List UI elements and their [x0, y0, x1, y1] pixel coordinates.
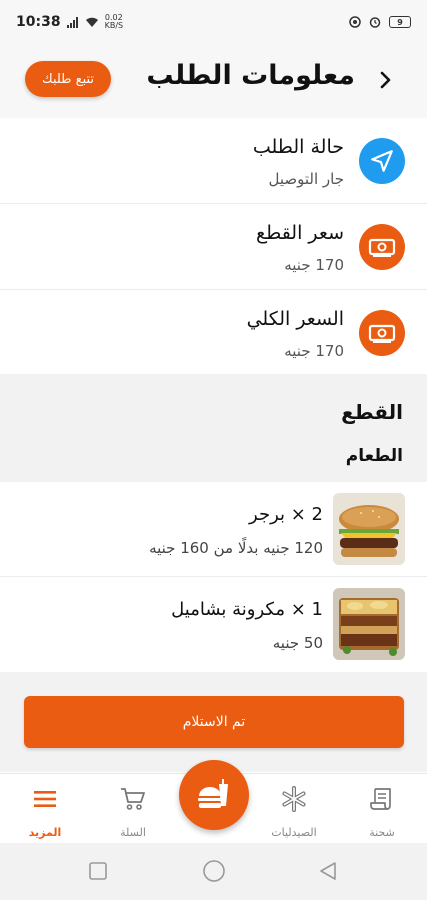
items-price-label: سعر القطع: [256, 222, 344, 244]
alarm-icon: [369, 17, 381, 28]
wifi-icon: [85, 17, 98, 27]
nav-item-cart[interactable]: السلة: [98, 774, 168, 844]
total-price-row: السعر الكلي 170 جنيه: [0, 290, 427, 376]
battery-icon: 9: [389, 16, 411, 28]
back-icon[interactable]: [318, 861, 338, 881]
status-right: 9: [349, 16, 411, 28]
nav-label-cart: السلة: [120, 826, 146, 839]
order-status-label: حالة الطلب: [252, 136, 344, 158]
signal-icon: [66, 16, 78, 28]
nav-label-shipment: شحنة: [369, 826, 395, 839]
nav-item-shipment[interactable]: شحنة: [347, 774, 417, 844]
location-status-icon: [349, 16, 361, 28]
cash-icon: [359, 224, 405, 270]
cash-icon: [359, 310, 405, 356]
order-status-row: حالة الطلب جار التوصيل: [0, 118, 427, 204]
burger-image: [333, 493, 405, 565]
status-left: 10:38 0.02 KB/S: [16, 14, 124, 31]
total-price-value: 170 جنيه: [284, 342, 344, 360]
burger-drink-icon: [198, 779, 228, 808]
status-time: 10:38: [16, 14, 61, 30]
status-bar: 10:38 0.02 KB/S 9: [0, 0, 427, 44]
page-title: معلومات الطلب: [146, 60, 355, 91]
items-price-value: 170 جنيه: [284, 256, 344, 274]
order-status-value: جار التوصيل: [268, 170, 345, 188]
items-section-header: القطع الطعام: [0, 374, 427, 482]
items-price-row: سعر القطع 170 جنيه: [0, 204, 427, 290]
nav-item-pharmacies[interactable]: الصيدليات: [259, 774, 329, 844]
order-info-list: حالة الطلب جار التوصيل سعر القطع 170 جني…: [0, 118, 427, 376]
list-item[interactable]: 1 × مكرونة بشاميل 50 جنيه: [0, 577, 427, 672]
food-section-subtitle: الطعام: [345, 446, 403, 466]
recent-apps-icon[interactable]: [88, 861, 108, 881]
nav-label-pharmacies: الصيدليات: [271, 826, 317, 839]
pharmacy-icon: [281, 786, 307, 812]
received-button[interactable]: تم الاستلام: [24, 696, 404, 748]
nav-item-more[interactable]: المزيد: [10, 774, 80, 844]
restaurant-home-button[interactable]: [179, 760, 249, 830]
nav-label-more: المزيد: [28, 826, 62, 839]
order-items-list: 2 × برجر 120 جنيه بدلًا من 160 جنيه 1 × …: [0, 482, 427, 672]
total-price-label: السعر الكلي: [246, 308, 344, 330]
receipt-icon: [369, 786, 395, 812]
cart-icon: [120, 786, 146, 812]
navigation-arrow-icon: [359, 138, 405, 184]
track-order-button[interactable]: تتبع طلبك: [25, 61, 111, 97]
net-speed: 0.02 KB/S: [105, 14, 124, 30]
back-arrow-icon[interactable]: [373, 68, 397, 92]
system-navigation-bar: [0, 843, 427, 900]
item-price: 120 جنيه بدلًا من 160 جنيه: [149, 539, 323, 557]
pasta-bechamel-image: [333, 588, 405, 660]
item-price: 50 جنيه: [272, 634, 323, 652]
header: معلومات الطلب تتبع طلبك: [0, 44, 427, 118]
home-icon[interactable]: [202, 859, 226, 883]
signal-icons: 0.02 KB/S: [66, 14, 124, 30]
menu-icon: [32, 786, 58, 812]
item-title: 1 × مكرونة بشاميل: [171, 599, 323, 620]
list-item[interactable]: 2 × برجر 120 جنيه بدلًا من 160 جنيه: [0, 482, 427, 577]
item-title: 2 × برجر: [249, 504, 323, 525]
net-speed-unit: KB/S: [104, 21, 124, 30]
items-section-title: القطع: [341, 400, 403, 424]
